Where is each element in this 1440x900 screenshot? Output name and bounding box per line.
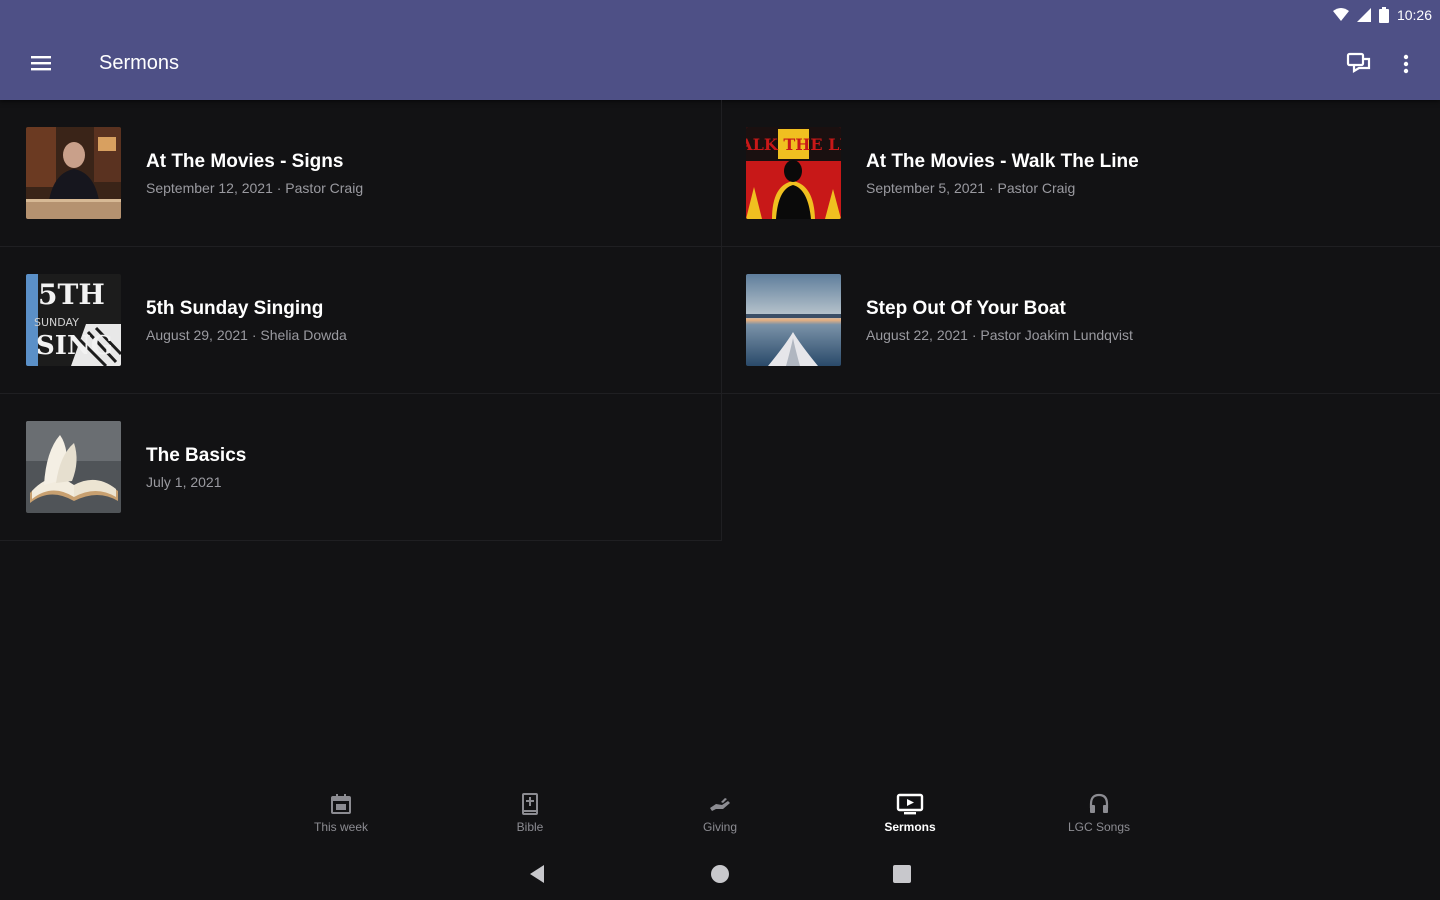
sermon-subtitle: September 5, 2021 · Pastor Craig bbox=[866, 180, 1076, 196]
sermon-card[interactable]: ALK THE LI At The Movies - Walk The Line… bbox=[722, 100, 1440, 247]
walk-the-line-poster-thumbnail: ALK THE LI bbox=[746, 127, 841, 219]
recents-icon[interactable] bbox=[890, 862, 914, 886]
system-navigation-bar bbox=[0, 846, 1440, 900]
home-icon[interactable] bbox=[708, 862, 732, 886]
thumb-text-sing: SING bbox=[36, 331, 113, 361]
app-bar: 10:26 Sermons bbox=[0, 0, 1440, 100]
nav-label: Sermons bbox=[884, 820, 936, 834]
thumb-text-sunday: SUNDAY bbox=[34, 316, 79, 329]
battery-icon bbox=[1378, 7, 1389, 23]
sermon-card[interactable]: At The Movies - Signs September 12, 2021… bbox=[0, 100, 722, 247]
man-at-desk-thumbnail bbox=[26, 127, 121, 219]
calendar-icon bbox=[331, 794, 351, 814]
nav-label: Bible bbox=[516, 820, 544, 834]
page-title: Sermons bbox=[99, 52, 180, 74]
open-bible-thumbnail bbox=[26, 421, 121, 513]
nav-item-giving[interactable]: Giving bbox=[660, 792, 780, 842]
hamburger-menu-icon[interactable] bbox=[28, 50, 54, 76]
sermon-card[interactable]: Step Out Of Your Boat August 22, 2021 · … bbox=[722, 247, 1440, 394]
nav-item-this-week[interactable]: This week bbox=[281, 792, 401, 842]
nav-item-lgc-songs[interactable]: LGC Songs bbox=[1039, 792, 1159, 842]
sermon-card[interactable]: The Basics July 1, 2021 bbox=[0, 394, 722, 541]
bottom-navigation: This week Bible Giving Sermons LGC Songs bbox=[0, 780, 1440, 846]
sermon-title: 5th Sunday Singing bbox=[146, 298, 324, 319]
signal-icon bbox=[1356, 8, 1371, 22]
boat-on-water-thumbnail bbox=[746, 274, 841, 366]
sermon-subtitle: July 1, 2021 bbox=[146, 474, 222, 490]
sermon-title: The Basics bbox=[146, 445, 247, 466]
nav-label: This week bbox=[313, 820, 369, 834]
back-icon[interactable] bbox=[526, 862, 550, 886]
status-bar: 10:26 bbox=[1332, 5, 1432, 25]
5th-sunday-singing-thumbnail: 5TH SUNDAY SING bbox=[26, 274, 121, 366]
more-vert-icon[interactable] bbox=[1396, 50, 1416, 78]
chat-bubbles-icon[interactable] bbox=[1345, 50, 1373, 78]
sermon-card[interactable]: 5TH SUNDAY SING 5th Sunday Singing Augus… bbox=[0, 247, 722, 394]
sermon-subtitle: August 29, 2021 · Shelia Dowda bbox=[146, 327, 347, 343]
poster-text: ALK THE LI bbox=[746, 135, 841, 154]
tv-play-icon bbox=[896, 793, 924, 815]
nav-item-sermons[interactable]: Sermons bbox=[850, 792, 970, 842]
sermon-subtitle: September 12, 2021 · Pastor Craig bbox=[146, 180, 364, 196]
thumb-text-5th: 5TH bbox=[38, 278, 105, 311]
bible-icon bbox=[522, 793, 538, 815]
sermon-title: At The Movies - Signs bbox=[146, 151, 344, 172]
nav-label: Giving bbox=[702, 820, 737, 834]
sermon-subtitle: August 22, 2021 · Pastor Joakim Lundqvis… bbox=[866, 327, 1133, 343]
wifi-icon bbox=[1332, 8, 1349, 21]
nav-item-bible[interactable]: Bible bbox=[470, 792, 590, 842]
headphones-icon bbox=[1089, 793, 1109, 813]
sermon-title: Step Out Of Your Boat bbox=[866, 298, 1066, 319]
status-time: 10:26 bbox=[1396, 7, 1432, 23]
sermon-title: At The Movies - Walk The Line bbox=[866, 151, 1139, 172]
nav-label: LGC Songs bbox=[1067, 820, 1131, 834]
giving-hand-icon bbox=[710, 798, 730, 811]
